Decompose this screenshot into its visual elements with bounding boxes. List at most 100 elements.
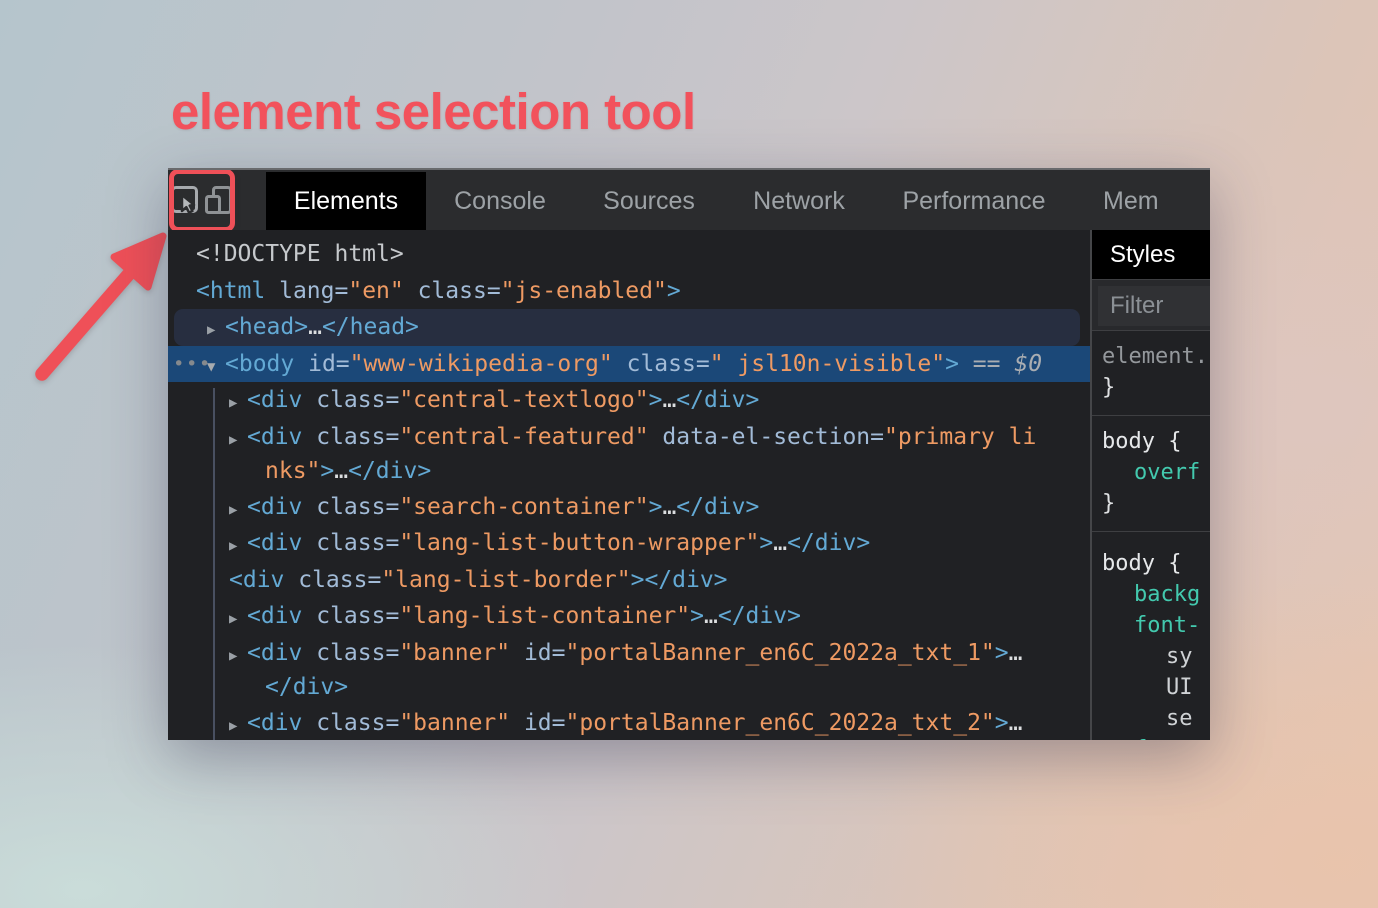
code-segment-tag: >	[995, 640, 1009, 666]
code-segment-ell: …	[773, 530, 787, 556]
code-segment-val: nks"	[265, 458, 320, 484]
css-line[interactable]: overf	[1102, 457, 1210, 488]
css-line[interactable]: font-	[1102, 610, 1210, 641]
expand-arrow-icon[interactable]: ▶	[229, 601, 247, 638]
tab-elements[interactable]: Elements	[266, 172, 426, 230]
expand-arrow-icon[interactable]: ▶	[229, 528, 247, 565]
code-segment-tag: >	[649, 387, 663, 413]
code-segment-attr: id=	[510, 640, 565, 666]
code-segment-tag: >	[759, 530, 773, 556]
dom-tree-row[interactable]: ▶<div class="central-featured" data-el-s…	[168, 419, 1090, 456]
expand-arrow-icon[interactable]: ▶	[207, 312, 225, 349]
code-segment-val: "banner"	[399, 710, 510, 736]
css-line[interactable]: backg	[1102, 579, 1210, 610]
code-segment-ell: …	[334, 458, 348, 484]
dom-tree-row[interactable]: ▶<div class="search-container">…</div>	[168, 489, 1090, 526]
devtools-content: <!DOCTYPE html><html lang="en" class="js…	[168, 230, 1210, 740]
devtools-window: ElementsConsoleSourcesNetworkPerformance…	[168, 168, 1210, 740]
styles-filter-input[interactable]: Filter	[1098, 286, 1210, 326]
code-segment-attr: data-el-section=	[649, 424, 884, 450]
code-segment-attr: class=	[613, 351, 710, 377]
css-line[interactable]: font-	[1102, 734, 1210, 740]
code-segment-tag: <div	[247, 710, 302, 736]
dom-tree-row[interactable]: ▶<head>…</head>	[174, 309, 1080, 346]
code-segment-tag: </head>	[322, 314, 419, 340]
code-segment-tag: </div>	[676, 387, 759, 413]
code-segment-ell: …	[1009, 710, 1023, 736]
dom-tree-row[interactable]: •••▼<body id="www-wikipedia-org" class="…	[168, 346, 1090, 383]
css-line[interactable]: body {	[1102, 426, 1210, 457]
styles-sidebar: Styles Filter element.}body {overf}body …	[1090, 230, 1210, 740]
devtools-tab-bar: ElementsConsoleSourcesNetworkPerformance…	[266, 172, 1210, 230]
code-segment-tag: <div	[247, 530, 302, 556]
expand-arrow-icon[interactable]: ▶	[229, 492, 247, 529]
code-segment-tag: </div>	[718, 603, 801, 629]
dom-tree-row[interactable]: <!DOCTYPE html>	[168, 236, 1090, 273]
code-segment-tag: </div>	[644, 567, 727, 593]
dom-tree-row[interactable]: ▶<div class="central-textlogo">…</div>	[168, 382, 1090, 419]
css-line[interactable]: element.	[1102, 341, 1210, 372]
dom-tree-row[interactable]: ▶<div class="lang-list-button-wrapper">……	[168, 525, 1090, 562]
code-segment-plain: <!DOCTYPE html>	[196, 241, 404, 267]
css-line[interactable]: se	[1102, 703, 1210, 734]
expand-arrow-icon[interactable]: ▶	[229, 385, 247, 422]
elements-dom-tree[interactable]: <!DOCTYPE html><html lang="en" class="js…	[168, 230, 1090, 740]
code-segment-val: "en"	[348, 278, 403, 304]
expand-arrow-icon[interactable]: ▶	[229, 638, 247, 675]
code-segment-tag: <div	[247, 494, 302, 520]
expand-arrow-icon[interactable]: ▶	[229, 708, 247, 740]
tab-mem[interactable]: Mem	[1074, 172, 1210, 230]
code-segment-ell: …	[1009, 640, 1023, 666]
code-segment-attr: class=	[302, 494, 399, 520]
styles-rule-list: element.}body {overf}body {backgfont-syU…	[1092, 331, 1210, 740]
code-segment-tag: >	[690, 603, 704, 629]
code-segment-ell: …	[662, 387, 676, 413]
css-rule-section[interactable]: body {overf}	[1092, 416, 1210, 532]
code-segment-tag: </div>	[265, 674, 348, 700]
code-segment-val: "central-featured"	[399, 424, 648, 450]
code-segment-tag: <head>	[225, 314, 308, 340]
dom-tree-row[interactable]: </div>	[168, 672, 1090, 705]
css-line[interactable]: }	[1102, 372, 1210, 403]
code-segment-tag: <html	[196, 278, 265, 304]
dom-tree-row[interactable]: ▶<div class="lang-list-container">…</div…	[168, 598, 1090, 635]
tab-styles[interactable]: Styles	[1092, 230, 1210, 279]
expand-arrow-icon[interactable]: ▶	[229, 422, 247, 459]
code-segment-tag: <div	[229, 567, 284, 593]
tab-performance[interactable]: Performance	[874, 172, 1074, 230]
code-segment-val: "js-enabled"	[501, 278, 667, 304]
css-line[interactable]: }	[1102, 488, 1210, 519]
code-segment-attr: id=	[294, 351, 349, 377]
code-segment-tag: <body	[225, 351, 294, 377]
styles-filter-row: Filter	[1092, 279, 1210, 331]
code-segment-ell: …	[662, 494, 676, 520]
css-line[interactable]: body {	[1102, 548, 1210, 579]
css-rule-section[interactable]: element.}	[1092, 331, 1210, 416]
dom-tree-row[interactable]: nks">…</div>	[168, 456, 1090, 489]
code-segment-attr: class=	[302, 387, 399, 413]
code-segment-val: " jsl10n-visible"	[710, 351, 945, 377]
tab-network[interactable]: Network	[724, 172, 874, 230]
css-rule-section[interactable]: body {backgfont-syUIsefont-	[1092, 532, 1210, 740]
code-segment-val: "lang-list-container"	[399, 603, 690, 629]
row-overflow-dots-icon[interactable]: •••	[173, 346, 212, 383]
dom-tree-row[interactable]: ▶<div class="banner" id="portalBanner_en…	[168, 705, 1090, 740]
dom-tree-row[interactable]: ▶<div class="banner" id="portalBanner_en…	[168, 635, 1090, 672]
code-segment-metai: $0	[1014, 351, 1042, 377]
dom-tree-row[interactable]: <html lang="en" class="js-enabled">	[168, 273, 1090, 310]
code-segment-attr: lang=	[265, 278, 348, 304]
code-segment-val: "www-wikipedia-org"	[350, 351, 613, 377]
code-segment-tag: >	[631, 567, 645, 593]
dom-tree-row[interactable]: <div class="lang-list-border"></div>	[168, 562, 1090, 599]
css-line[interactable]: sy	[1102, 641, 1210, 672]
code-segment-ell: …	[308, 314, 322, 340]
tab-sources[interactable]: Sources	[574, 172, 724, 230]
code-segment-val: "lang-list-border"	[381, 567, 630, 593]
tab-console[interactable]: Console	[426, 172, 574, 230]
code-segment-meta: ==	[959, 351, 1014, 377]
code-segment-tag: </div>	[676, 494, 759, 520]
css-line[interactable]: UI	[1102, 672, 1210, 703]
code-segment-attr: class=	[302, 710, 399, 736]
code-segment-attr: class=	[302, 640, 399, 666]
callout-title: element selection tool	[171, 82, 696, 141]
